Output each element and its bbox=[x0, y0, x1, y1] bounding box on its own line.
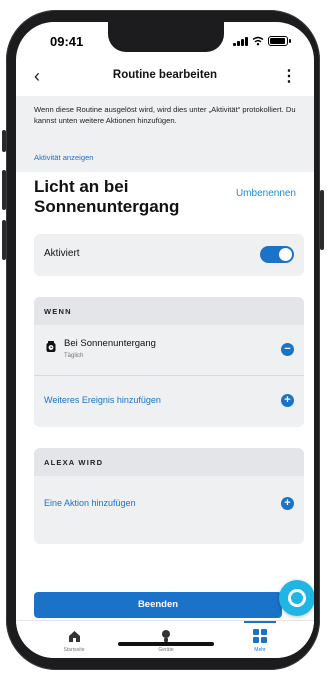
tab-more[interactable]: Mehr bbox=[230, 629, 290, 653]
clock-icon bbox=[46, 341, 56, 352]
when-title: WENN bbox=[44, 307, 72, 316]
active-toggle[interactable] bbox=[260, 246, 294, 263]
grid-icon bbox=[230, 629, 290, 643]
tab-devices[interactable]: Geräte bbox=[136, 629, 196, 653]
header: ‹ Routine bearbeiten ⋮ bbox=[16, 62, 314, 92]
remove-circle-icon[interactable]: − bbox=[281, 343, 294, 356]
tab-label: Geräte bbox=[158, 647, 174, 653]
status-time: 09:41 bbox=[50, 34, 84, 49]
app-screen: 09:41 ‹ Routine bearbeiten ⋮ Wenn diese … bbox=[16, 22, 314, 658]
add-circle-icon[interactable]: + bbox=[281, 394, 294, 407]
active-card: Aktiviert bbox=[34, 234, 304, 276]
event-subtitle: Täglich bbox=[64, 353, 84, 359]
info-text: Wenn diese Routine ausgelöst wird, wird … bbox=[34, 105, 296, 125]
tab-label: Startseite bbox=[63, 647, 85, 653]
active-tab-indicator bbox=[244, 621, 276, 623]
alexa-card: ALEXA WIRD Eine Aktion hinzufügen + bbox=[34, 448, 304, 544]
rename-link[interactable]: Umbenennen bbox=[236, 188, 296, 199]
alexa-button[interactable] bbox=[279, 580, 314, 616]
volume-down-button bbox=[2, 220, 6, 260]
page-title: Routine bearbeiten bbox=[112, 69, 218, 81]
mute-switch bbox=[2, 130, 6, 152]
routine-name: Licht an bei Sonnenuntergang bbox=[34, 177, 180, 216]
tab-home[interactable]: Startseite bbox=[44, 629, 104, 653]
home-icon bbox=[44, 629, 104, 643]
wifi-icon bbox=[252, 36, 264, 46]
add-event-link[interactable]: Weiteres Ereignis hinzufügen bbox=[44, 395, 161, 405]
event-title[interactable]: Bei Sonnenuntergang bbox=[64, 338, 156, 349]
info-banner: Wenn diese Routine ausgelöst wird, wird … bbox=[16, 96, 314, 172]
add-action-link[interactable]: Eine Aktion hinzufügen bbox=[44, 498, 136, 508]
power-button bbox=[320, 190, 324, 250]
done-button[interactable]: Beenden bbox=[34, 592, 282, 618]
alexa-icon bbox=[288, 589, 306, 607]
signal-icon bbox=[233, 36, 248, 46]
lightbulb-icon bbox=[136, 629, 196, 643]
add-circle-icon[interactable]: + bbox=[281, 497, 294, 510]
when-card: WENN Bei Sonnenuntergang Täglich − Weite… bbox=[34, 297, 304, 427]
tab-label: Mehr bbox=[254, 647, 266, 653]
active-label: Aktiviert bbox=[44, 248, 80, 259]
alexa-title: ALEXA WIRD bbox=[44, 458, 104, 467]
divider bbox=[34, 375, 304, 376]
alexa-header: ALEXA WIRD bbox=[34, 448, 304, 476]
status-bar: 09:41 bbox=[16, 32, 314, 52]
more-vertical-icon[interactable]: ⋮ bbox=[281, 66, 297, 86]
tab-bar: Startseite Geräte Mehr bbox=[16, 620, 314, 658]
home-indicator bbox=[118, 642, 214, 646]
status-icons bbox=[233, 36, 291, 46]
when-header: WENN bbox=[34, 297, 304, 325]
volume-up-button bbox=[2, 170, 6, 210]
battery-icon bbox=[268, 36, 291, 46]
activity-link[interactable]: Aktivität anzeigen bbox=[34, 153, 94, 162]
